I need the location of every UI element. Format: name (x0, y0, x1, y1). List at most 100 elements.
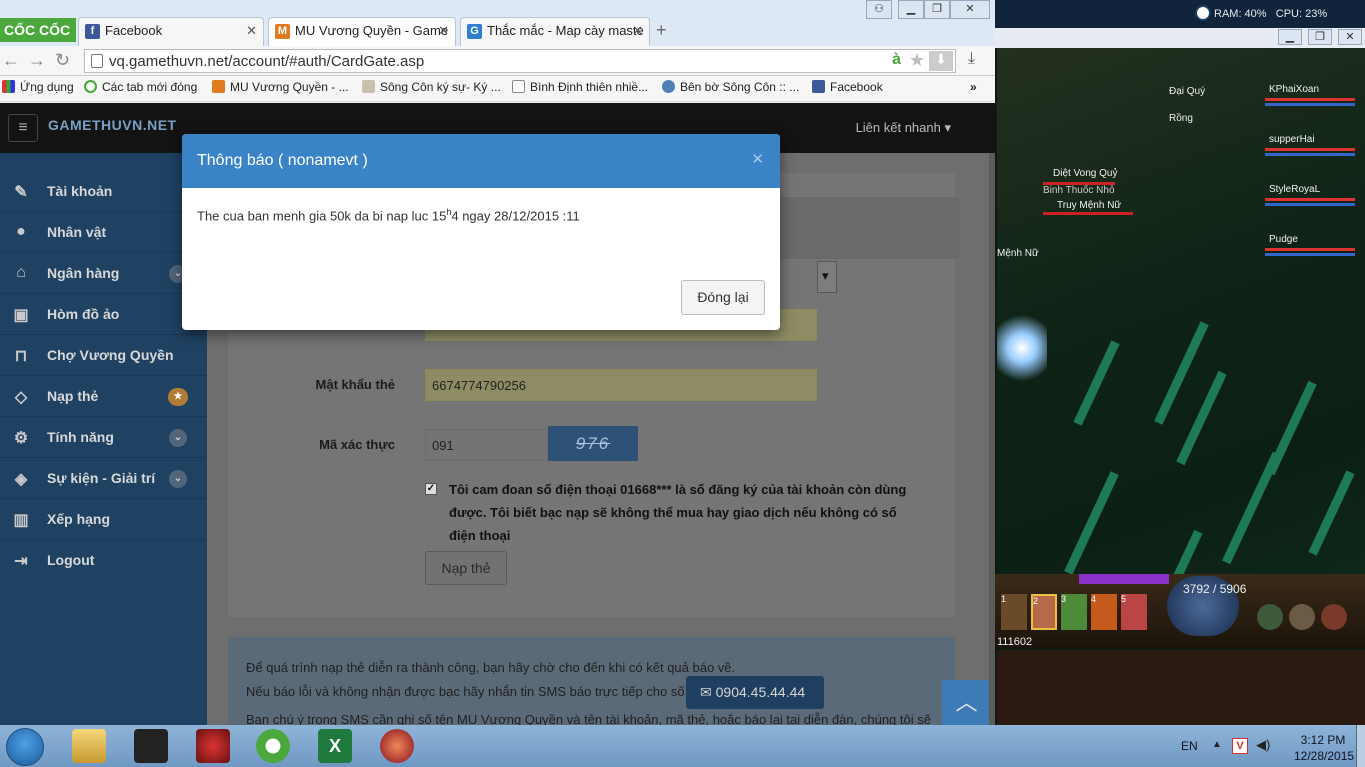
sidebar-item-account[interactable]: ✎ Tài khoản (0, 171, 207, 212)
hp-bar (1043, 182, 1115, 185)
sidebar-item-ranking[interactable]: ▥ Xếp hạng (0, 499, 207, 540)
scroll-top-button[interactable]: ︿ (942, 680, 991, 725)
agree-checkbox-row[interactable]: ✓ Tôi cam đoan số điện thoại 01668*** là… (425, 478, 925, 547)
menu-orb-icon[interactable] (1257, 604, 1283, 630)
modal-close-button[interactable]: Đóng lại (681, 280, 765, 315)
maximize-button[interactable]: ❐ (1308, 29, 1332, 45)
bookmark-label: Facebook (830, 80, 883, 94)
close-window-button[interactable]: ✕ (950, 0, 990, 19)
bookmark-apps[interactable]: Ứng dụng (2, 80, 74, 94)
captcha-image: 976 (548, 426, 638, 461)
edit-icon: ✎ (14, 184, 28, 201)
xp-bar (1079, 574, 1169, 584)
coccoc-icon[interactable] (256, 729, 290, 763)
back-icon[interactable]: ← (2, 50, 20, 71)
skill-slot[interactable]: 3 (1061, 594, 1087, 630)
bookmark-mu[interactable]: MU Vương Quyền - ... (212, 80, 349, 94)
antivirus-icon[interactable]: V (1232, 738, 1248, 754)
sms-phone-button[interactable]: ✉ 0904.45.44.44 (686, 676, 824, 709)
close-icon[interactable]: ✕ (438, 23, 449, 39)
user-icon: ● (16, 223, 26, 240)
minimize-button[interactable]: ▁ (1278, 29, 1302, 45)
reload-icon[interactable]: ↻ (55, 50, 70, 71)
new-tab-button[interactable]: + (656, 20, 667, 41)
password-label: Mật khẩu thẻ (315, 377, 395, 392)
tab-mu-vuong-quyen[interactable]: M MU Vương Quyền - Game ✕ (268, 17, 456, 46)
start-button[interactable] (6, 728, 44, 766)
settings-orb-icon[interactable] (1321, 604, 1347, 630)
skill-slot[interactable]: 4 (1091, 594, 1117, 630)
game-scene[interactable]: Đại Quý Rồng Diệt Vong Quỷ Binh Thuốc Nh… (997, 48, 1365, 648)
page-icon (91, 54, 103, 68)
menu-icon[interactable]: ≡ (8, 114, 38, 142)
close-icon[interactable]: ✕ (632, 23, 643, 39)
folder-icon[interactable] (72, 729, 106, 763)
language-indicator[interactable]: EN (1181, 739, 1198, 753)
speaker-icon[interactable]: ◀) (1256, 737, 1270, 753)
sidebar-item-features[interactable]: ⚙ Tính năng ⌄ (0, 417, 207, 458)
skill-slot[interactable]: 5 (1121, 594, 1147, 630)
topup-submit-button[interactable]: Nạp thẻ (425, 551, 507, 585)
mu-game-icon[interactable] (134, 729, 168, 763)
party-member[interactable]: StyleRoyaL (1269, 184, 1320, 195)
envelope-icon: ✉ (700, 684, 716, 700)
bookmark-facebook[interactable]: Facebook (812, 80, 883, 94)
close-icon[interactable]: ✕ (751, 150, 764, 168)
url-input[interactable]: vq.gamethuvn.net/account/#auth/CardGate.… (84, 49, 956, 73)
star-icon[interactable]: ★ (909, 50, 925, 71)
bookmarks-more[interactable]: » (970, 80, 977, 94)
sidebar-item-bank[interactable]: ⌂ Ngân hàng ⌄ (0, 253, 207, 294)
mana-bar (1265, 103, 1355, 106)
bookmark-binh-dinh[interactable]: Bình Định thiên nhiề... (512, 80, 648, 94)
browser-logo[interactable]: CỐC CỐC (0, 18, 76, 42)
card-password-field[interactable]: 6674774790256 (425, 369, 817, 401)
tab-thac-mac[interactable]: G Thắc mắc - Map cày maste ✕ (460, 17, 650, 46)
checkbox[interactable]: ✓ (425, 483, 437, 495)
modal-message: The cua ban menh gia 50k da bi nap luc 1… (197, 207, 580, 223)
user-icon[interactable]: ⚇ (866, 0, 892, 19)
pen-icon (362, 80, 375, 93)
crystal-shape (1308, 470, 1355, 556)
bookmark-recent-tabs[interactable]: Các tab mới đóng (84, 80, 197, 94)
show-hidden-icons[interactable]: ▲ (1212, 739, 1222, 750)
skill-slot[interactable]: 2 (1031, 594, 1057, 630)
monitor-icon (1195, 5, 1211, 21)
sidebar-item-character[interactable]: ● Nhân vật (0, 212, 207, 253)
card-type-select-arrow[interactable]: ▾ (817, 261, 837, 293)
mu-launcher-icon[interactable] (380, 729, 414, 763)
download-arrow-icon[interactable]: ⬇ (929, 51, 953, 71)
skill-slot[interactable]: 1 (1001, 594, 1027, 630)
hp-bar (1265, 98, 1355, 101)
bookmark-song-con[interactable]: Sông Côn ký sự- Ký ... (362, 80, 501, 94)
show-desktop-button[interactable] (1356, 725, 1365, 767)
quick-links-dropdown[interactable]: Liên kết nhanh ▾ (856, 120, 951, 136)
party-member[interactable]: Pudge (1269, 234, 1298, 245)
party-member[interactable]: KPhaiXoan (1269, 84, 1319, 95)
sidebar-item-events[interactable]: ◈ Sự kiện - Giải trí ⌄ (0, 458, 207, 499)
bookmark-label: Ứng dụng (20, 80, 74, 94)
sidebar-item-topup[interactable]: ◇ Nạp thẻ ★ (0, 376, 207, 417)
sidebar-item-market[interactable]: ⊓ Chợ Vương Quyền (0, 335, 207, 376)
bookmark-ben-bo[interactable]: Bên bờ Sông Côn :: ... (662, 80, 799, 94)
sidebar-label: Chợ Vương Quyền (47, 347, 174, 363)
mu-icon: M (275, 24, 290, 39)
translate-icon[interactable]: à (892, 51, 901, 69)
character-orb-icon[interactable] (1289, 604, 1315, 630)
system-clock[interactable]: 3:12 PM 12/28/2015 (1294, 732, 1354, 764)
maximize-button[interactable]: ❐ (924, 0, 950, 19)
sidebar-item-logout[interactable]: ⇥ Logout (0, 540, 207, 581)
close-icon[interactable]: ✕ (246, 23, 257, 39)
minimize-button[interactable]: ▁ (898, 0, 924, 19)
excel-icon[interactable]: X (318, 729, 352, 763)
downloads-icon[interactable]: ⤓ (968, 50, 975, 68)
helmet-icon[interactable] (196, 729, 230, 763)
bookmark-label: Các tab mới đóng (102, 80, 198, 94)
site-logo[interactable]: GAMETHUVN.NET (48, 117, 177, 133)
forward-icon[interactable]: → (28, 50, 46, 71)
captcha-field[interactable]: 091 (425, 429, 548, 461)
tab-facebook[interactable]: f Facebook ✕ (78, 17, 264, 46)
party-member[interactable]: supperHai (1269, 134, 1315, 145)
game-scene-lower[interactable] (997, 650, 1365, 725)
close-window-button[interactable]: ✕ (1338, 29, 1362, 45)
sidebar-item-virtual-chest[interactable]: ▣ Hòm đồ ảo (0, 294, 207, 335)
